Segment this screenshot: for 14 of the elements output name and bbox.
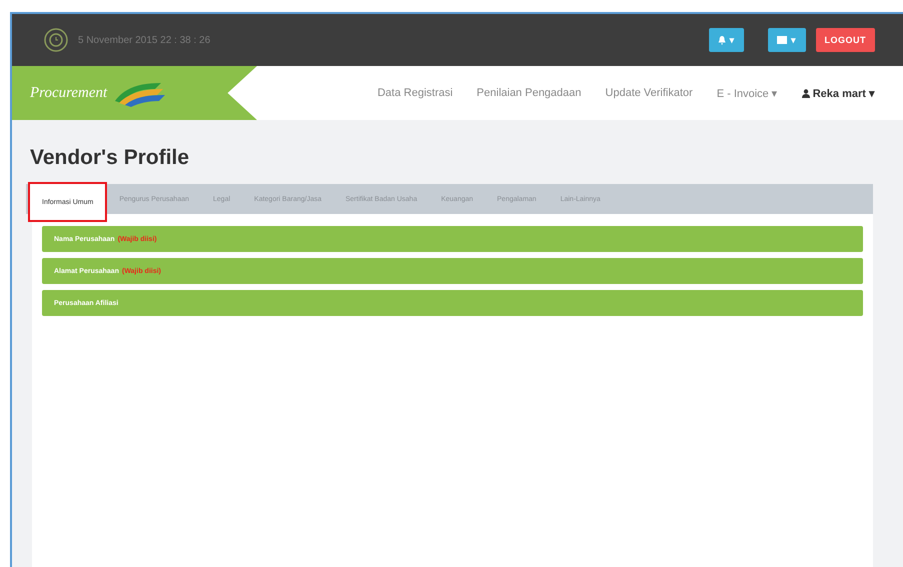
logout-button[interactable]: LOGOUT xyxy=(816,28,875,52)
messages-button[interactable]: ▾ xyxy=(768,28,806,52)
notifications-button[interactable]: ▾ xyxy=(708,28,744,52)
nav-link[interactable]: Update Verifikator xyxy=(605,86,693,100)
page-title: Vendor's Profile xyxy=(30,146,190,170)
user-menu[interactable]: Reka mart ▾ xyxy=(802,86,875,100)
bell-icon xyxy=(718,36,726,44)
datetime: 5 November 2015 22 : 38 : 26 xyxy=(78,34,212,46)
clock-icon xyxy=(44,28,68,52)
user-icon xyxy=(802,88,810,98)
nav-link[interactable]: Penilaian Pengadaan xyxy=(476,86,582,100)
nav-dropdown[interactable]: E - Invoice ▾ xyxy=(716,86,778,100)
nav-link[interactable]: Data Registrasi xyxy=(377,86,453,100)
logo-text: Procurement xyxy=(30,84,108,102)
